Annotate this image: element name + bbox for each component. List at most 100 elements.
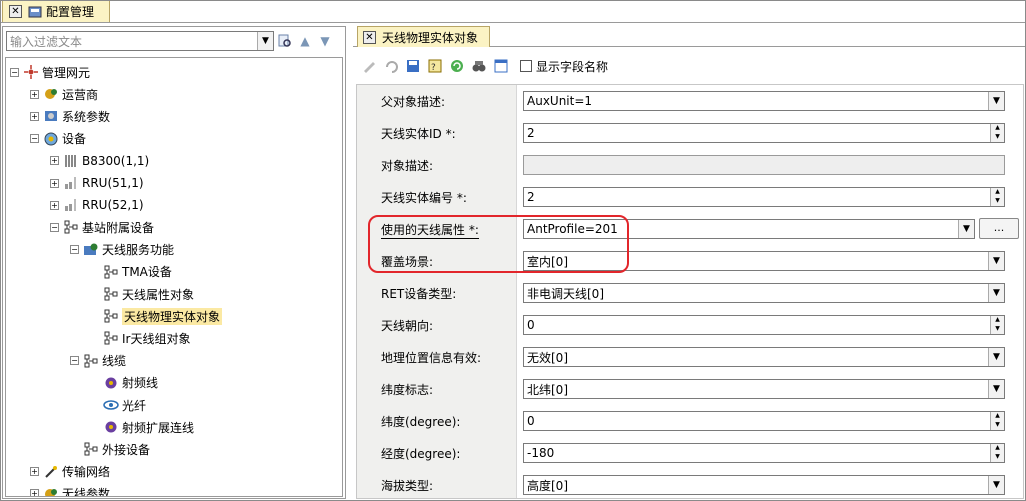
- window-icon[interactable]: [492, 57, 510, 75]
- dropdown-field[interactable]: AuxUnit=1 ▼: [523, 91, 1005, 111]
- collapse-icon[interactable]: −: [10, 67, 19, 77]
- form-row: 经度(degree): -180 ▲ ▼: [357, 437, 1023, 469]
- tree-node[interactable]: + 无线参数: [30, 485, 110, 496]
- browse-button[interactable]: ...: [979, 218, 1019, 239]
- refresh-icon[interactable]: [448, 57, 466, 75]
- chevron-down-icon[interactable]: ▼: [988, 252, 1004, 270]
- tree-node[interactable]: − 天线服务功能: [70, 241, 174, 259]
- antenna-service-icon: [83, 242, 99, 258]
- tree-node[interactable]: 射频扩展连线: [90, 418, 194, 436]
- spinner-icon[interactable]: ▲ ▼: [990, 188, 1004, 206]
- form-row: 天线实体ID *: 2 ▲ ▼: [357, 117, 1023, 149]
- tree-node[interactable]: Ir天线组对象: [90, 329, 190, 347]
- chevron-down-icon[interactable]: ▼: [958, 220, 974, 238]
- tree-node[interactable]: 外接设备: [70, 440, 150, 458]
- move-up-icon[interactable]: ▲: [296, 32, 314, 50]
- chevron-down-icon[interactable]: ▼: [257, 32, 273, 50]
- filter-input[interactable]: 输入过滤文本 ▼: [6, 31, 274, 51]
- chevron-down-icon[interactable]: ▼: [988, 284, 1004, 302]
- tree-node-label: RRU(52,1): [82, 198, 144, 213]
- number-field[interactable]: 2 ▲ ▼: [523, 123, 1005, 143]
- tree-node[interactable]: 天线物理实体对象: [90, 307, 223, 325]
- chevron-down-icon[interactable]: ▼: [988, 348, 1004, 366]
- spinner-icon[interactable]: ▲ ▼: [990, 444, 1004, 462]
- field-value: 非电调天线[0]: [527, 286, 604, 301]
- tree-node-label: 天线服务功能: [102, 243, 175, 258]
- expand-icon[interactable]: +: [50, 200, 59, 210]
- close-icon[interactable]: ✕: [9, 5, 22, 18]
- field-value: AntProfile=201: [527, 222, 618, 236]
- spinner-icon[interactable]: ▲ ▼: [990, 124, 1004, 142]
- expand-icon[interactable]: +: [30, 111, 39, 121]
- tree-node[interactable]: + 传输网络: [30, 463, 110, 481]
- property-form: 父对象描述: AuxUnit=1 ▼ 天线实体ID *: 2 ▲ ▼ 对象描述: 天线实体编号 …: [356, 84, 1024, 499]
- node-icon: [103, 286, 119, 302]
- show-field-names-label: 显示字段名称: [536, 59, 609, 74]
- disabled-field: [523, 155, 1005, 175]
- dropdown-field[interactable]: 非电调天线[0] ▼: [523, 283, 1005, 303]
- edit-icon[interactable]: [360, 57, 378, 75]
- expand-icon[interactable]: +: [30, 89, 39, 99]
- detail-tabbar: ✕ 天线物理实体对象: [353, 26, 1026, 47]
- config-management-tab[interactable]: ✕ 配置管理: [2, 0, 110, 22]
- tree-node[interactable]: 射频线: [90, 374, 158, 392]
- collapse-icon[interactable]: −: [70, 245, 79, 255]
- number-field[interactable]: 0 ▲ ▼: [523, 411, 1005, 431]
- find-icon[interactable]: [470, 57, 488, 75]
- tree-node[interactable]: + RRU(51,1): [50, 174, 144, 192]
- form-row: 天线朝向: 0 ▲ ▼: [357, 309, 1023, 341]
- spinner-icon[interactable]: ▲ ▼: [990, 316, 1004, 334]
- tree-node-label: RRU(51,1): [82, 176, 144, 190]
- close-icon[interactable]: ✕: [363, 30, 376, 44]
- number-field[interactable]: -180 ▲ ▼: [523, 443, 1005, 463]
- tree-node[interactable]: − 线缆: [70, 352, 126, 370]
- field-label: RET设备类型:: [381, 287, 457, 301]
- field-label: 父对象描述:: [381, 95, 446, 109]
- tree-node[interactable]: − 管理网元: [10, 63, 90, 81]
- chevron-down-icon[interactable]: ▼: [988, 476, 1004, 494]
- tree-node[interactable]: + B8300(1,1): [50, 152, 149, 170]
- move-down-icon[interactable]: ▼: [316, 32, 334, 50]
- field-label: 对象描述:: [381, 159, 434, 173]
- tree-node[interactable]: 光纤: [90, 396, 146, 414]
- tab-antenna-physical-entity[interactable]: ✕ 天线物理实体对象: [357, 26, 490, 47]
- expand-icon[interactable]: +: [30, 489, 39, 496]
- expand-icon[interactable]: +: [30, 467, 39, 477]
- filter-icon[interactable]: [276, 32, 294, 50]
- expand-icon[interactable]: +: [50, 156, 59, 166]
- expand-icon[interactable]: +: [50, 178, 59, 188]
- dropdown-field[interactable]: 无效[0] ▼: [523, 347, 1005, 367]
- tree-node[interactable]: 天线属性对象: [90, 285, 194, 303]
- show-field-names-checkbox[interactable]: [520, 60, 532, 72]
- field-value: 室内[0]: [527, 254, 568, 269]
- tree-node[interactable]: − 基站附属设备: [50, 218, 154, 236]
- chevron-down-icon[interactable]: ▼: [988, 380, 1004, 398]
- dropdown-field[interactable]: 室内[0] ▼: [523, 251, 1005, 271]
- collapse-icon[interactable]: −: [30, 134, 39, 144]
- dropdown-field[interactable]: 高度[0] ▼: [523, 475, 1005, 495]
- spinner-icon[interactable]: ▲ ▼: [990, 412, 1004, 430]
- tree-node[interactable]: − 设备: [30, 130, 86, 148]
- field-value: 北纬[0]: [527, 382, 568, 397]
- dropdown-field[interactable]: 北纬[0] ▼: [523, 379, 1005, 399]
- form-row: 海拔类型: 高度[0] ▼: [357, 469, 1023, 498]
- tree-node-label: 基站附属设备: [82, 220, 155, 235]
- tree-node[interactable]: + RRU(52,1): [50, 196, 144, 214]
- save-icon[interactable]: [404, 57, 422, 75]
- number-field[interactable]: 0 ▲ ▼: [523, 315, 1005, 335]
- tree-node[interactable]: + 运营商: [30, 85, 98, 103]
- dropdown-field[interactable]: AntProfile=201 ▼: [523, 219, 975, 239]
- tree-node-label: 射频扩展连线: [122, 420, 195, 435]
- compare-icon[interactable]: ?: [426, 57, 444, 75]
- number-field[interactable]: 2 ▲ ▼: [523, 187, 1005, 207]
- collapse-icon[interactable]: −: [50, 222, 59, 232]
- chevron-down-icon[interactable]: ▼: [988, 92, 1004, 110]
- field-label: 经度(degree):: [381, 447, 461, 461]
- svg-text:?: ?: [431, 63, 436, 73]
- field-value: 高度[0]: [527, 478, 568, 493]
- collapse-icon[interactable]: −: [70, 356, 79, 366]
- tree-node[interactable]: TMA设备: [90, 263, 172, 281]
- tree-node[interactable]: + 系统参数: [30, 107, 110, 125]
- undo-icon[interactable]: [382, 57, 400, 75]
- field-value: 0: [527, 414, 535, 428]
